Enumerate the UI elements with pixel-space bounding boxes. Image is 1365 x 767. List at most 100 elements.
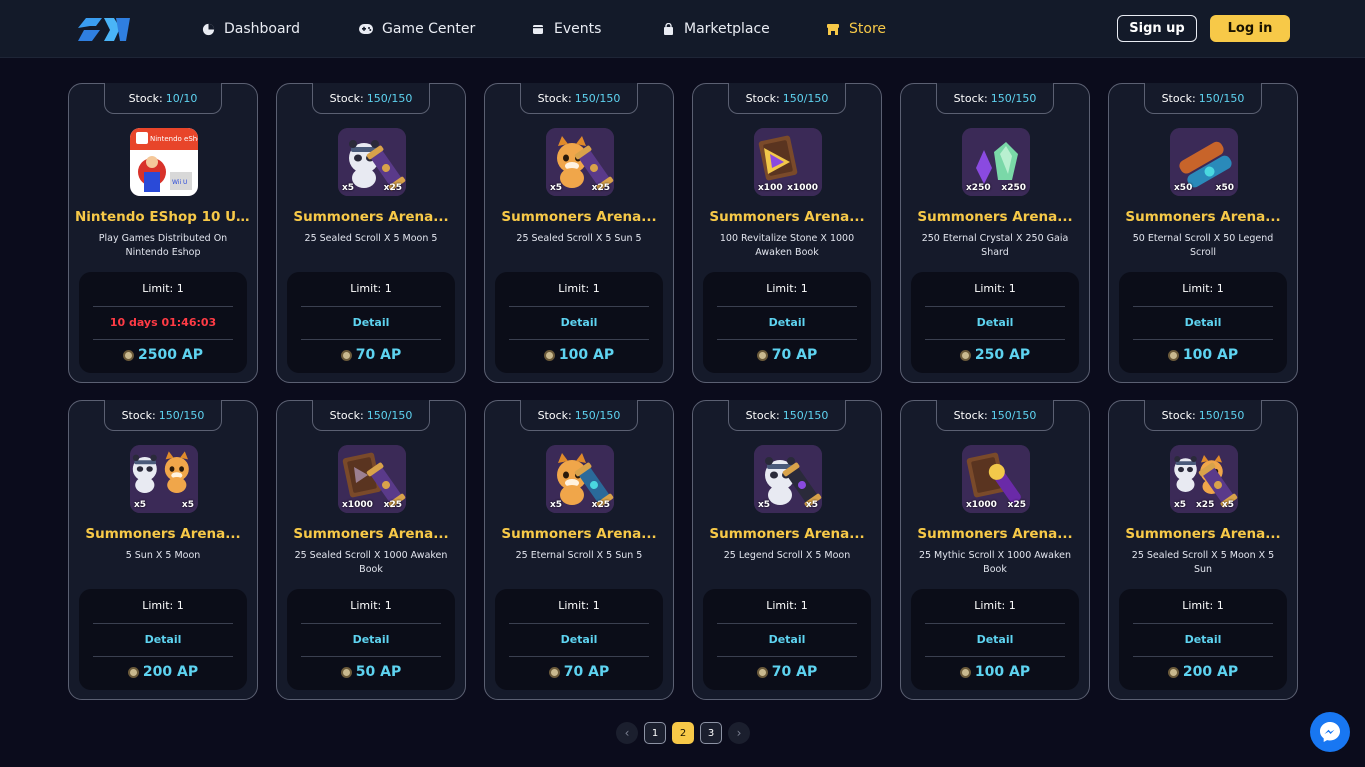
detail-link[interactable]: Detail	[495, 316, 663, 329]
product-image[interactable]: x1000 x25	[338, 445, 406, 513]
detail-link[interactable]: Detail	[495, 633, 663, 646]
page-2-button[interactable]: 2	[672, 722, 694, 744]
product-card[interactable]: Stock: 150/150 x5 x5 Summoners Arena... 5 Sun…	[68, 400, 258, 700]
product-info-panel: Limit: 1 10 days 01:46:03 2500 AP	[79, 272, 247, 373]
product-card[interactable]: Stock: 150/150 x5 x5 Summoners Arena... 25 Le…	[692, 400, 882, 700]
product-title: Summoners Arena...	[709, 209, 865, 225]
divider	[1133, 339, 1273, 340]
product-image[interactable]: Nintendo eShop Wii U	[130, 128, 198, 196]
item-quantity-label: x25	[591, 183, 610, 193]
nav-item-store[interactable]: Store	[825, 18, 886, 40]
item-quantity-label: x5	[550, 500, 563, 510]
messenger-chat-button[interactable]	[1310, 712, 1350, 752]
stock-label: Stock:	[537, 408, 572, 422]
product-price[interactable]: 70 AP	[703, 664, 871, 680]
product-title: Summoners Arena...	[1125, 209, 1281, 225]
detail-link[interactable]: Detail	[703, 633, 871, 646]
detail-link[interactable]: Detail	[287, 633, 455, 646]
product-card[interactable]: Stock:10/10 Nintendo eShop Wii U Nintendo E…	[68, 83, 258, 383]
product-image[interactable]: x100 x1000	[754, 128, 822, 196]
product-description: 25 Legend Scroll X 5 Moon	[723, 550, 851, 561]
divider	[93, 623, 233, 624]
stock-label: Stock:	[953, 91, 988, 105]
divider	[1133, 306, 1273, 307]
product-card[interactable]: Stock: 150/150 x5 x25 Summoners Arena... 25 S…	[484, 83, 674, 383]
product-price[interactable]: 70 AP	[703, 347, 871, 363]
product-title: Summoners Arena...	[709, 526, 865, 542]
product-image[interactable]: x5 x25	[338, 128, 406, 196]
stock-label: Stock:	[1161, 91, 1196, 105]
ap-coin-icon	[340, 349, 352, 361]
price-value: 100 AP	[1182, 347, 1239, 363]
divider	[509, 656, 649, 657]
price-value: 100 AP	[558, 347, 615, 363]
product-price[interactable]: 70 AP	[495, 664, 663, 680]
stock-tab: Stock: 150/150	[520, 83, 638, 114]
divider	[925, 656, 1065, 657]
purchase-limit: Limit: 1	[974, 599, 1016, 612]
stock-tab: Stock: 150/150	[728, 83, 846, 114]
nav-item-marketplace[interactable]: Marketplace	[660, 18, 770, 40]
product-card[interactable]: Stock: 150/150 x5 x25 Summoners Arena... 25 S…	[276, 83, 466, 383]
nav-item-dashboard[interactable]: Dashboard	[200, 18, 300, 40]
product-card[interactable]: Stock: 150/150 x5 x25 x5 Summoners Arena... 25…	[1108, 400, 1298, 700]
stock-value: 150/150	[158, 408, 205, 422]
product-info-panel: Limit: 1 Detail 70 AP	[495, 589, 663, 690]
log-in-button[interactable]: Log in	[1210, 15, 1290, 42]
detail-link[interactable]: Detail	[79, 633, 247, 646]
product-image[interactable]: x5 x25	[546, 445, 614, 513]
product-price[interactable]: 2500 AP	[79, 347, 247, 363]
nav-item-label: Events	[554, 21, 602, 37]
page-1-button[interactable]: 1	[644, 722, 666, 744]
product-price[interactable]: 50 AP	[287, 664, 455, 680]
product-price[interactable]: 100 AP	[911, 664, 1079, 680]
product-description: 25 Sealed Scroll X 5 Moon X 5 Sun	[1131, 550, 1275, 575]
detail-link[interactable]: Detail	[287, 316, 455, 329]
product-description: 5 Sun X 5 Moon	[125, 550, 201, 561]
product-image[interactable]: x5 x25	[546, 128, 614, 196]
sign-up-button[interactable]: Sign up	[1117, 15, 1197, 42]
product-card[interactable]: Stock: 150/150 x1000 x25 Summoners Arena... 2…	[276, 400, 466, 700]
nav-item-events[interactable]: Events	[530, 18, 601, 40]
product-price[interactable]: 100 AP	[1119, 347, 1287, 363]
stock-tab: Stock: 150/150	[936, 83, 1054, 114]
product-image[interactable]: x5 x25 x5	[1170, 445, 1238, 513]
product-card[interactable]: Stock: 150/150 x5 x25 Summoners Arena... 25 E…	[484, 400, 674, 700]
detail-link[interactable]: Detail	[1119, 316, 1287, 329]
item-quantity-label: x25	[1007, 500, 1026, 510]
product-image[interactable]: x50 x50	[1170, 128, 1238, 196]
product-image[interactable]: x5 x5	[130, 445, 198, 513]
product-title: Summoners Arena...	[85, 526, 241, 542]
stock-label: Stock:	[745, 91, 780, 105]
product-card[interactable]: Stock: 150/150 x50 x50 Summoners Arena... 50 …	[1108, 83, 1298, 383]
dashboard-icon	[200, 21, 216, 37]
product-card[interactable]: Stock: 150/150 x1000 x25 Summoners Arena... 2…	[900, 400, 1090, 700]
page-3-button[interactable]: 3	[700, 722, 722, 744]
ap-coin-icon	[959, 666, 971, 678]
detail-link[interactable]: Detail	[911, 316, 1079, 329]
product-price[interactable]: 70 AP	[287, 347, 455, 363]
item-quantity-label: x100	[758, 183, 783, 193]
product-image[interactable]: x250 x250	[962, 128, 1030, 196]
pagination: ‹ 1 2 3 ›	[616, 722, 750, 744]
product-price[interactable]: 100 AP	[495, 347, 663, 363]
product-image[interactable]: x1000 x25	[962, 445, 1030, 513]
product-price[interactable]: 250 AP	[911, 347, 1079, 363]
detail-link[interactable]: Detail	[1119, 633, 1287, 646]
prev-page-button[interactable]: ‹	[616, 722, 638, 744]
stock-value: 150/150	[1198, 408, 1245, 422]
nav-item-game-center[interactable]: Game Center	[358, 18, 475, 40]
next-page-button[interactable]: ›	[728, 722, 750, 744]
detail-link[interactable]: Detail	[911, 633, 1079, 646]
product-price[interactable]: 200 AP	[79, 664, 247, 680]
product-title: Summoners Arena...	[501, 209, 657, 225]
stock-value: 150/150	[574, 408, 621, 422]
product-price[interactable]: 200 AP	[1119, 664, 1287, 680]
product-card[interactable]: Stock: 150/150 x250 x250 Summoners Arena... 2…	[900, 83, 1090, 383]
price-value: 2500 AP	[138, 347, 203, 363]
product-image[interactable]: x5 x5	[754, 445, 822, 513]
detail-link[interactable]: Detail	[703, 316, 871, 329]
ap-coin-icon	[543, 349, 555, 361]
site-logo[interactable]	[76, 14, 132, 44]
product-card[interactable]: Stock: 150/150 x100 x1000 Summoners Arena...…	[692, 83, 882, 383]
